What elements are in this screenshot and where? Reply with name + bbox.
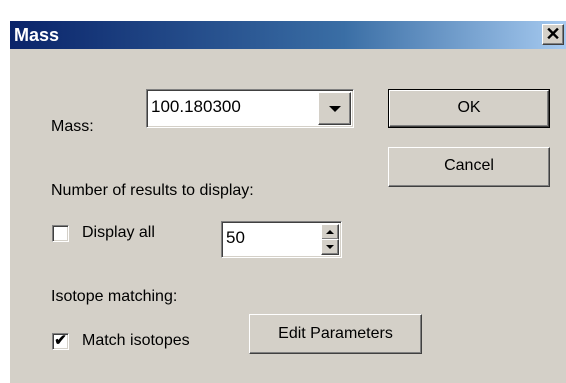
match-isotopes-label[interactable]: Match isotopes: [82, 331, 190, 351]
close-button[interactable]: ✕: [542, 24, 564, 45]
spin-up-icon: [326, 230, 334, 234]
mass-combobox[interactable]: 100.180300: [146, 89, 354, 128]
cancel-button[interactable]: Cancel: [388, 147, 550, 187]
results-count-value: 50: [226, 228, 245, 247]
display-all-label[interactable]: Display all: [82, 223, 155, 243]
spin-up-button[interactable]: [321, 224, 339, 240]
edit-parameters-label: Edit Parameters: [278, 325, 393, 342]
mass-value: 100.180300: [151, 97, 241, 116]
chevron-down-icon: [329, 106, 341, 112]
edit-parameters-button[interactable]: Edit Parameters: [249, 314, 422, 354]
display-all-checkbox[interactable]: [52, 225, 69, 242]
title-bar[interactable]: Mass ✕: [10, 21, 566, 49]
cancel-button-label: Cancel: [444, 157, 494, 174]
mass-dialog: Mass ✕ Mass: 100.180300 OK Cancel Number…: [9, 20, 566, 383]
isotope-label: Isotope matching:: [51, 288, 178, 305]
dialog-title: Mass: [14, 25, 60, 45]
ok-button-frame: OK: [388, 89, 550, 128]
results-label: Number of results to display:: [51, 182, 254, 199]
ok-button[interactable]: OK: [389, 90, 549, 127]
spin-down-icon: [326, 245, 334, 249]
results-count-spinner[interactable]: 50: [221, 221, 342, 258]
spin-down-button[interactable]: [321, 239, 339, 255]
mass-label: Mass:: [51, 118, 94, 135]
match-isotopes-checkbox[interactable]: ✔: [52, 332, 69, 350]
checkmark-icon: ✔: [54, 332, 67, 349]
ok-button-label: OK: [457, 99, 481, 116]
close-icon: ✕: [545, 24, 561, 44]
mass-dropdown-button[interactable]: [318, 92, 351, 125]
